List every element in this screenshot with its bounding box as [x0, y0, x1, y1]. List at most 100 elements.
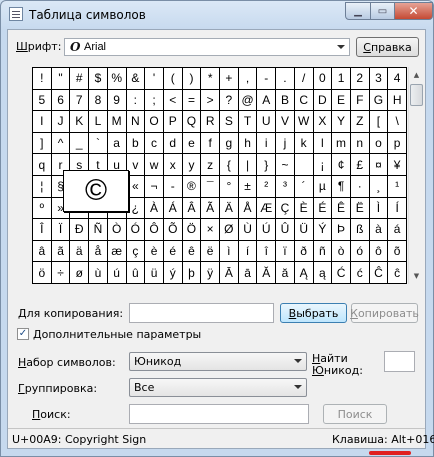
char-cell[interactable]: ú [107, 262, 127, 284]
char-cell[interactable]: M [107, 111, 127, 133]
char-cell[interactable]: ß [350, 219, 370, 241]
char-cell[interactable]: b [126, 132, 146, 155]
char-cell[interactable]: R [201, 111, 220, 133]
char-cell[interactable]: N [126, 111, 146, 133]
char-cell[interactable]: ² [257, 176, 277, 198]
char-cell[interactable]: î [257, 240, 277, 263]
char-cell[interactable]: [ [369, 111, 389, 133]
char-cell[interactable]: E [332, 89, 351, 112]
char-cell[interactable]: Ă [257, 262, 277, 284]
copy-button[interactable]: Копировать [350, 303, 419, 323]
char-cell[interactable]: ' [145, 68, 164, 90]
char-cell[interactable]: : [126, 89, 146, 112]
char-cell[interactable]: O [145, 111, 164, 133]
char-cell[interactable]: h [238, 132, 258, 155]
grouping-dropdown[interactable]: Все [129, 378, 307, 397]
char-cell[interactable]: ć [350, 262, 370, 284]
char-cell[interactable]: á [388, 219, 407, 241]
char-cell[interactable]: ó [350, 240, 370, 263]
title-bar[interactable]: Таблица символов ▁ ▭ ✕ [1, 1, 433, 29]
char-cell[interactable]: Ö [182, 219, 202, 241]
char-cell[interactable]: i [257, 132, 277, 155]
char-cell[interactable]: « [126, 176, 146, 198]
char-cell[interactable]: ° [220, 176, 239, 198]
char-cell[interactable]: - [257, 68, 277, 90]
copy-input[interactable] [129, 303, 274, 323]
char-cell[interactable]: # [70, 68, 90, 90]
char-cell[interactable]: " [51, 68, 71, 90]
char-cell[interactable]: 9 [107, 89, 127, 112]
char-cell[interactable]: ` [89, 132, 108, 155]
grid-scrollbar[interactable]: ▲ ▼ [408, 67, 424, 284]
char-cell[interactable]: í [238, 240, 258, 263]
char-cell[interactable]: à [369, 219, 389, 241]
char-cell[interactable]: 3 [369, 68, 389, 90]
select-button[interactable]: Выбрать [280, 303, 347, 323]
char-cell[interactable]: g [220, 132, 239, 155]
char-cell[interactable]: ä [70, 240, 90, 263]
charset-dropdown[interactable]: Юникод [129, 352, 307, 371]
char-cell[interactable]: < [163, 89, 183, 112]
char-cell[interactable]: d [163, 132, 183, 155]
char-cell[interactable]: * [201, 68, 220, 90]
char-cell[interactable]: 4 [388, 68, 407, 90]
char-cell[interactable]: ^ [51, 132, 71, 155]
char-cell[interactable]: ¹ [388, 176, 407, 198]
char-cell[interactable]: ô [369, 240, 389, 263]
char-cell[interactable]: £ [350, 154, 370, 176]
char-cell[interactable]: l [313, 132, 333, 155]
char-cell[interactable]: â [33, 240, 52, 263]
char-cell[interactable]: Þ [332, 219, 351, 241]
char-cell[interactable]: Ä [220, 197, 239, 220]
scroll-up-icon[interactable]: ▲ [409, 67, 424, 83]
char-cell[interactable]: ( [163, 68, 183, 90]
char-cell[interactable]: ð [294, 240, 314, 263]
char-cell[interactable]: n [350, 132, 370, 155]
char-cell[interactable]: { [220, 154, 239, 176]
char-cell[interactable]: Û [276, 219, 295, 241]
char-cell[interactable]: I [33, 111, 52, 133]
char-cell[interactable]: A [257, 89, 277, 112]
char-cell[interactable]: J [51, 111, 71, 133]
char-cell[interactable]: e [182, 132, 202, 155]
char-cell[interactable]: - [163, 176, 183, 198]
char-cell[interactable]: À [145, 197, 164, 220]
char-cell[interactable]: É [313, 197, 333, 220]
char-cell[interactable]: Y [332, 111, 351, 133]
advanced-view-label[interactable]: Дополнительные параметры [33, 328, 201, 341]
char-cell[interactable]: + [220, 68, 239, 90]
char-cell[interactable]: ï [276, 240, 295, 263]
char-cell[interactable]: ¶ [332, 176, 351, 198]
char-cell[interactable]: ë [201, 240, 220, 263]
char-cell[interactable]: H [388, 89, 407, 112]
char-cell[interactable]: Ù [238, 219, 258, 241]
char-cell[interactable]: Â [182, 197, 202, 220]
char-cell[interactable]: ¬ [145, 176, 164, 198]
char-cell[interactable]: S [220, 111, 239, 133]
char-cell[interactable]: D [313, 89, 333, 112]
char-cell[interactable]: Ò [107, 219, 127, 241]
char-cell[interactable]: ê [182, 240, 202, 263]
char-cell[interactable]: Z [350, 111, 370, 133]
char-cell[interactable]: 7 [70, 89, 90, 112]
char-cell[interactable]: P [163, 111, 183, 133]
minimize-button[interactable]: ▁ [345, 2, 371, 20]
char-cell[interactable]: ò [332, 240, 351, 263]
char-cell[interactable]: ) [182, 68, 202, 90]
char-cell[interactable]: ç [126, 240, 146, 263]
char-cell[interactable]: ¤ [369, 154, 389, 176]
char-cell[interactable]: ´ [294, 176, 314, 198]
char-cell[interactable]: z [201, 154, 220, 176]
char-cell[interactable]: = [182, 89, 202, 112]
char-cell[interactable]: y [182, 154, 202, 176]
char-cell[interactable]: Ë [350, 197, 370, 220]
char-cell[interactable]: Í [388, 197, 407, 220]
char-cell[interactable]: Q [182, 111, 202, 133]
char-cell[interactable]: ā [238, 262, 258, 284]
char-cell[interactable]: Ć [332, 262, 351, 284]
char-cell[interactable]: ¸ [369, 176, 389, 198]
char-cell[interactable]: p [388, 132, 407, 155]
char-cell[interactable]: G [369, 89, 389, 112]
char-cell[interactable]: Ã [201, 197, 220, 220]
char-cell[interactable]: 5 [33, 89, 52, 112]
